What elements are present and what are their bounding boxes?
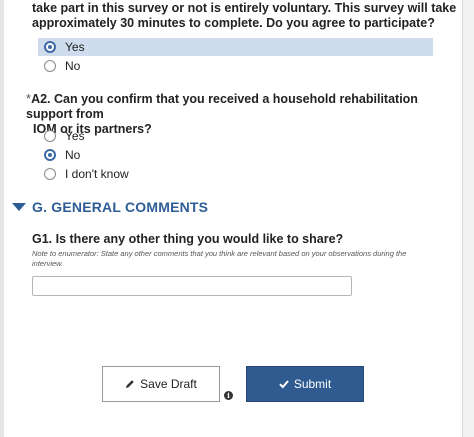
radio-unchecked-icon[interactable]: [44, 60, 56, 72]
section-g-header[interactable]: G. GENERAL COMMENTS: [12, 199, 208, 215]
a2-option-yes[interactable]: Yes: [44, 127, 85, 145]
consent-option-yes[interactable]: Yes: [38, 38, 433, 56]
a2-line1-text: A2. Can you confirm that you received a …: [26, 92, 418, 121]
section-g-title: G. GENERAL COMMENTS: [32, 199, 209, 215]
radio-checked-icon[interactable]: [44, 149, 56, 161]
g1-question-text: G1. Is there any other thing you would l…: [32, 232, 344, 246]
check-icon: [279, 379, 289, 389]
option-label: No: [65, 59, 81, 73]
pencil-icon: [125, 379, 135, 389]
option-label: I don't know: [65, 167, 129, 181]
option-label: Yes: [65, 40, 85, 54]
radio-unchecked-icon[interactable]: [44, 130, 56, 142]
radio-unchecked-icon[interactable]: [44, 168, 56, 180]
g1-comment-input[interactable]: [32, 276, 352, 296]
a2-question-line2: IOM or its partners?: [33, 122, 152, 136]
info-icon[interactable]: i: [224, 391, 233, 400]
consent-question-text: take part in this survey or not is entir…: [32, 1, 456, 31]
a2-option-no[interactable]: No: [44, 146, 80, 164]
option-label: Yes: [65, 129, 85, 143]
save-draft-button[interactable]: Save Draft: [102, 366, 220, 402]
a2-option-dont-know[interactable]: I don't know: [44, 165, 129, 183]
survey-form: take part in this survey or not is entir…: [4, 0, 462, 437]
submit-button[interactable]: Submit: [246, 366, 364, 402]
radio-checked-icon[interactable]: [44, 41, 56, 53]
consent-question-line2: approximately 30 minutes to complete. Do…: [32, 16, 435, 30]
page-scrollbar[interactable]: [462, 0, 474, 437]
a2-question-text: *A2. Can you confirm that you received a…: [26, 91, 462, 137]
save-draft-label: Save Draft: [140, 377, 197, 391]
submit-label: Submit: [293, 377, 332, 391]
consent-question-line1: take part in this survey or not is entir…: [32, 1, 457, 15]
a2-question-line1: *A2. Can you confirm that you received a…: [26, 91, 462, 122]
triangle-down-icon[interactable]: [12, 203, 26, 211]
option-label: No: [65, 148, 81, 162]
g1-enumerator-note: Note to enumerator: State any other comm…: [32, 249, 407, 268]
consent-option-no[interactable]: No: [44, 57, 80, 75]
